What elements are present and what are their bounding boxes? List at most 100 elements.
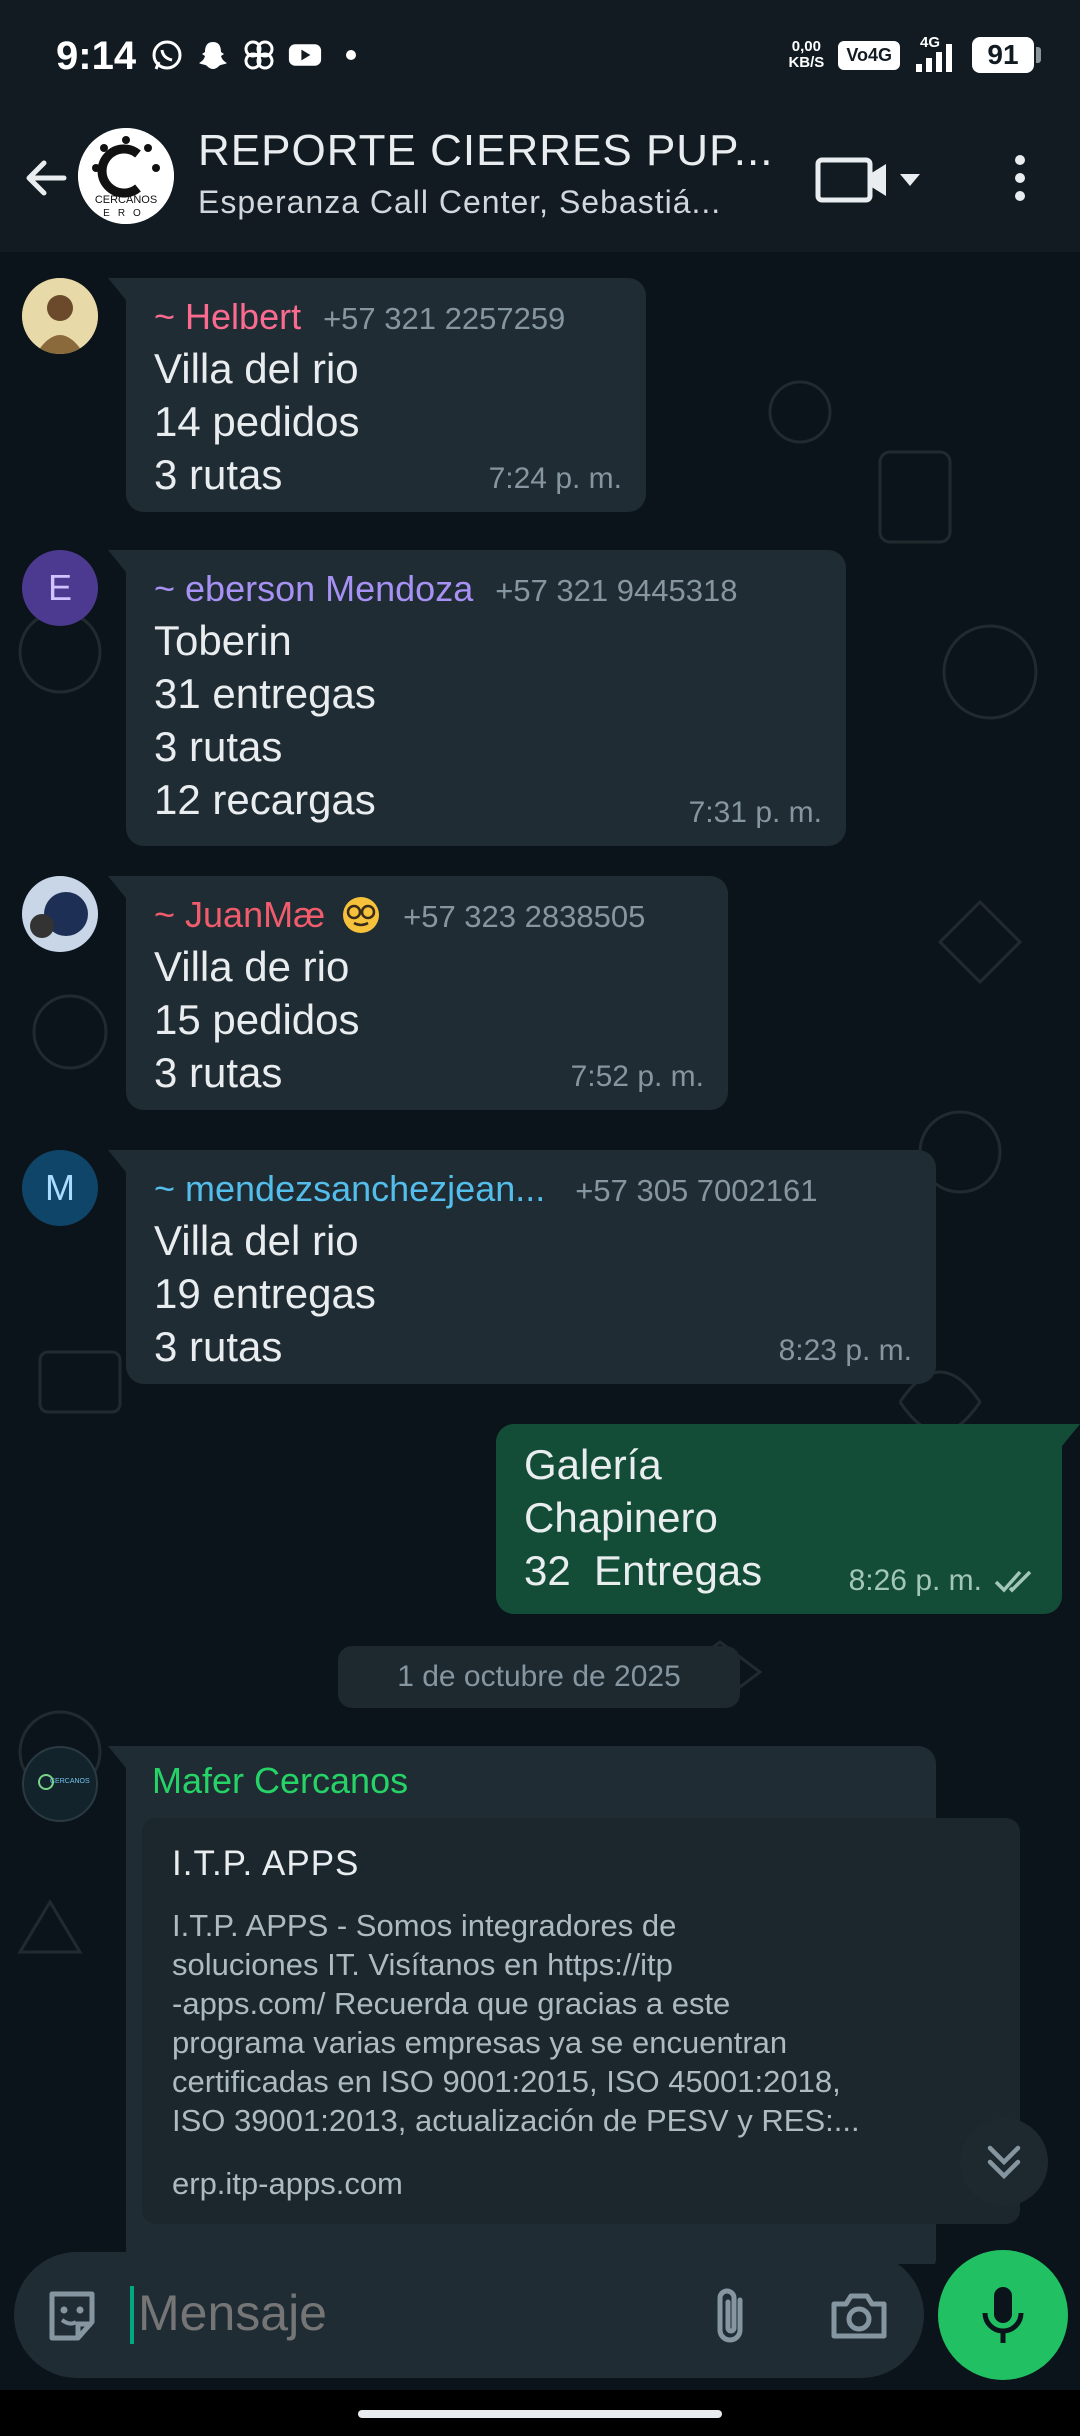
message-header: ~ eberson Mendoza +57 321 9445318 [154, 568, 820, 610]
link-preview-line: ISO 39001:2013, actualización de PESV y … [172, 2103, 860, 2138]
message-time: 8:23 p. m. [779, 1334, 912, 1368]
more-options-button[interactable] [1000, 148, 1040, 208]
sender-phone: +57 323 2838505 [403, 899, 646, 934]
message-input[interactable] [138, 2284, 688, 2342]
message-bubble[interactable]: ~ JuanMæ +57 323 2838505 Villa de rio 15… [108, 876, 728, 1110]
message-line: 19 entregas [154, 1270, 376, 1317]
pinwheel-icon [242, 38, 276, 72]
message-time-text: 8:23 p. m. [778, 1334, 912, 1367]
message-time-text: 8:26 p. m. [848, 1564, 982, 1597]
sender-name[interactable]: ~ mendezsanchezjean... [154, 1168, 545, 1210]
link-preview-url[interactable]: erp.itp-apps.com [172, 2166, 990, 2202]
link-preview-card[interactable]: I.T.P. APPS I.T.P. APPS - Somos integrad… [142, 1818, 1020, 2224]
attach-button[interactable] [702, 2284, 762, 2348]
chat-title[interactable]: REPORTE CIERRES PUP... [198, 126, 773, 176]
link-preview-title: I.T.P. APPS [172, 1844, 360, 1883]
message-line: 14 pedidos [154, 398, 360, 445]
avatar-eberson[interactable]: E [22, 550, 98, 626]
video-camera-icon [815, 157, 920, 203]
avatar-juanmae[interactable] [22, 876, 98, 952]
avatar-mendez[interactable]: M [22, 1150, 98, 1226]
message-header: ~ JuanMæ +57 323 2838505 [154, 894, 702, 936]
chat-area[interactable]: ~ Helbert +57 321 2257259 Villa del rio … [0, 252, 1080, 2264]
message-time: 7:31 p. m. [689, 796, 822, 830]
home-indicator[interactable] [358, 2410, 722, 2418]
sticker-icon [49, 2291, 95, 2341]
signal-icon: 4G [914, 34, 958, 74]
sender-name[interactable]: Mafer Cercanos [142, 1760, 920, 1802]
sender-phone: +57 321 2257259 [323, 301, 566, 336]
group-avatar-text: CERCANOS [94, 194, 158, 206]
message-time: 8:26 p. m. [849, 1564, 1038, 1598]
system-navigation-bar [0, 2390, 1080, 2436]
dot-icon [334, 38, 368, 72]
avatar-letter: E [47, 567, 72, 608]
avatar-helbert[interactable] [22, 278, 98, 354]
kebab-menu-icon [1015, 155, 1025, 201]
voice-message-button[interactable] [938, 2250, 1068, 2380]
sticker-emoji-button[interactable] [42, 2286, 102, 2346]
message-header: ~ mendezsanchezjean... +57 305 7002161 [154, 1168, 910, 1210]
message-header: ~ Helbert +57 321 2257259 [154, 296, 620, 338]
message-time-text: 7:52 p. m. [570, 1060, 704, 1093]
nerd-face-emoji-icon [343, 897, 380, 933]
link-message-bubble[interactable]: Mafer Cercanos I.T.P. APPS I.T.P. APPS -… [108, 1746, 1020, 2264]
link-preview-line: soluciones IT. Visítanos en https://itp [172, 1947, 673, 1982]
sender-name[interactable]: ~ Helbert [154, 296, 301, 338]
chat-header: CERCANOS ERO REPORTE CIERRES PUP... Espe… [0, 110, 1080, 252]
sender-name[interactable]: ~ JuanMæ [154, 894, 381, 936]
volte-badge: Vo4G [838, 40, 900, 70]
network-speed-unit: KB/S [788, 54, 825, 71]
battery-indicator: 91 [972, 37, 1041, 73]
sender-phone: +57 321 9445318 [495, 573, 738, 608]
chat-participants[interactable]: Esperanza Call Center, Sebastiá... [198, 184, 721, 221]
sender-phone: +57 305 7002161 [575, 1173, 818, 1208]
message-bubble[interactable]: ~ mendezsanchezjean... +57 305 7002161 V… [108, 1150, 936, 1384]
message-time-text: 7:24 p. m. [488, 462, 622, 495]
group-avatar-subtext: ERO [103, 208, 149, 219]
message-line: 15 pedidos [154, 996, 360, 1043]
outgoing-message-bubble[interactable]: Galería Chapinero 32 Entregas 8:26 p. m. [496, 1424, 1080, 1614]
message-line: Toberin [154, 617, 292, 664]
message-bubble[interactable]: ~ eberson Mendoza +57 321 9445318 Toberi… [108, 550, 846, 846]
link-preview-description: I.T.P. APPS - Somos integradores de solu… [172, 1906, 990, 2140]
scroll-to-bottom-button[interactable] [960, 2118, 1048, 2206]
message-line: Villa de rio [154, 943, 350, 990]
network-speed: 0,00 KB/S [788, 39, 824, 71]
status-bar: 9:14 0,00 KB/S Vo4G 4G 91 [0, 0, 1080, 110]
link-preview-line: I.T.P. APPS - Somos integradores de [172, 1908, 677, 1943]
message-line: Villa del rio [154, 1217, 359, 1264]
double-check-icon [994, 1570, 1032, 1593]
message-composer [14, 2252, 924, 2378]
link-preview-line: programa varias empresas ya se encuentra… [172, 2025, 788, 2060]
message-time: 7:52 p. m. [571, 1060, 704, 1094]
date-divider: 1 de octubre de 2025 [338, 1646, 740, 1708]
camera-icon [831, 2293, 887, 2339]
camera-button[interactable] [828, 2286, 890, 2346]
avatar-logo-text: CERCANOS [50, 1778, 90, 1785]
notification-icons [150, 38, 368, 72]
paperclip-icon [717, 2288, 743, 2343]
message-line: Villa del rio [154, 345, 359, 392]
text-caret [130, 2286, 134, 2344]
message-line: 3 rutas [154, 723, 283, 770]
group-avatar[interactable]: CERCANOS ERO [78, 128, 174, 224]
profile-photo-icon [22, 278, 98, 354]
whatsapp-icon [150, 38, 184, 72]
link-preview-line: certificadas en ISO 9001:2015, ISO 45001… [172, 2064, 841, 2099]
message-bubble[interactable]: ~ Helbert +57 321 2257259 Villa del rio … [108, 278, 646, 512]
profile-photo-icon [22, 876, 98, 952]
youtube-icon [288, 38, 322, 72]
double-chevron-down-icon [987, 2145, 1021, 2180]
message-time-text: 7:31 p. m. [688, 796, 822, 829]
video-call-button[interactable] [814, 148, 934, 208]
link-preview-line: -apps.com/ Recuerda que gracias a este [172, 1986, 731, 2021]
arrow-left-icon [26, 160, 67, 196]
message-line: 31 entregas [154, 670, 376, 717]
sender-name-text: ~ JuanMæ [154, 894, 326, 935]
avatar-mafer[interactable]: CERCANOS [22, 1746, 98, 1822]
microphone-icon [982, 2287, 1024, 2343]
sender-name[interactable]: ~ eberson Mendoza [154, 568, 473, 610]
back-button[interactable] [18, 150, 74, 206]
message-time: 7:24 p. m. [489, 462, 622, 496]
